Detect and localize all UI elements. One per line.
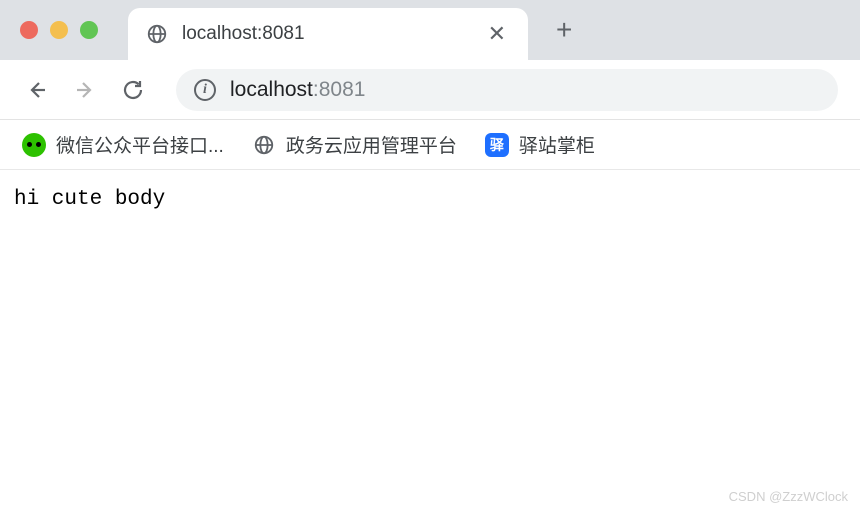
maximize-window-button[interactable] (80, 21, 98, 39)
reload-button[interactable] (118, 75, 148, 105)
toolbar: i localhost:8081 (0, 60, 860, 120)
bookmarks-bar: 微信公众平台接口... 政务云应用管理平台 驿 驿站掌柜 (0, 120, 860, 170)
url-text: localhost:8081 (230, 78, 365, 102)
url-host: localhost (230, 78, 313, 101)
bookmark-wechat[interactable]: 微信公众平台接口... (22, 131, 224, 158)
bookmark-label: 驿站掌柜 (519, 131, 595, 158)
tab-title: localhost:8081 (182, 23, 470, 45)
bookmark-label: 微信公众平台接口... (56, 131, 224, 158)
browser-tab[interactable]: localhost:8081 ✕ (128, 8, 528, 60)
globe-icon (146, 23, 168, 45)
bookmark-yizhan[interactable]: 驿 驿站掌柜 (485, 131, 595, 158)
window-controls (20, 21, 98, 39)
info-icon[interactable]: i (194, 79, 216, 101)
yizhan-icon: 驿 (485, 133, 509, 157)
body-text: hi cute body (14, 188, 165, 211)
url-port: :8081 (313, 78, 366, 101)
globe-icon (252, 133, 276, 157)
close-tab-button[interactable]: ✕ (484, 17, 510, 51)
back-button[interactable] (22, 75, 52, 105)
page-content: hi cute body (0, 170, 860, 229)
new-tab-button[interactable]: + (548, 10, 580, 50)
minimize-window-button[interactable] (50, 21, 68, 39)
close-window-button[interactable] (20, 21, 38, 39)
forward-button[interactable] (70, 75, 100, 105)
tab-strip: localhost:8081 ✕ + (0, 0, 860, 60)
bookmark-govcloud[interactable]: 政务云应用管理平台 (252, 131, 457, 158)
address-bar[interactable]: i localhost:8081 (176, 69, 838, 111)
watermark: CSDN @ZzzWClock (729, 489, 848, 504)
wechat-icon (22, 133, 46, 157)
bookmark-label: 政务云应用管理平台 (286, 131, 457, 158)
